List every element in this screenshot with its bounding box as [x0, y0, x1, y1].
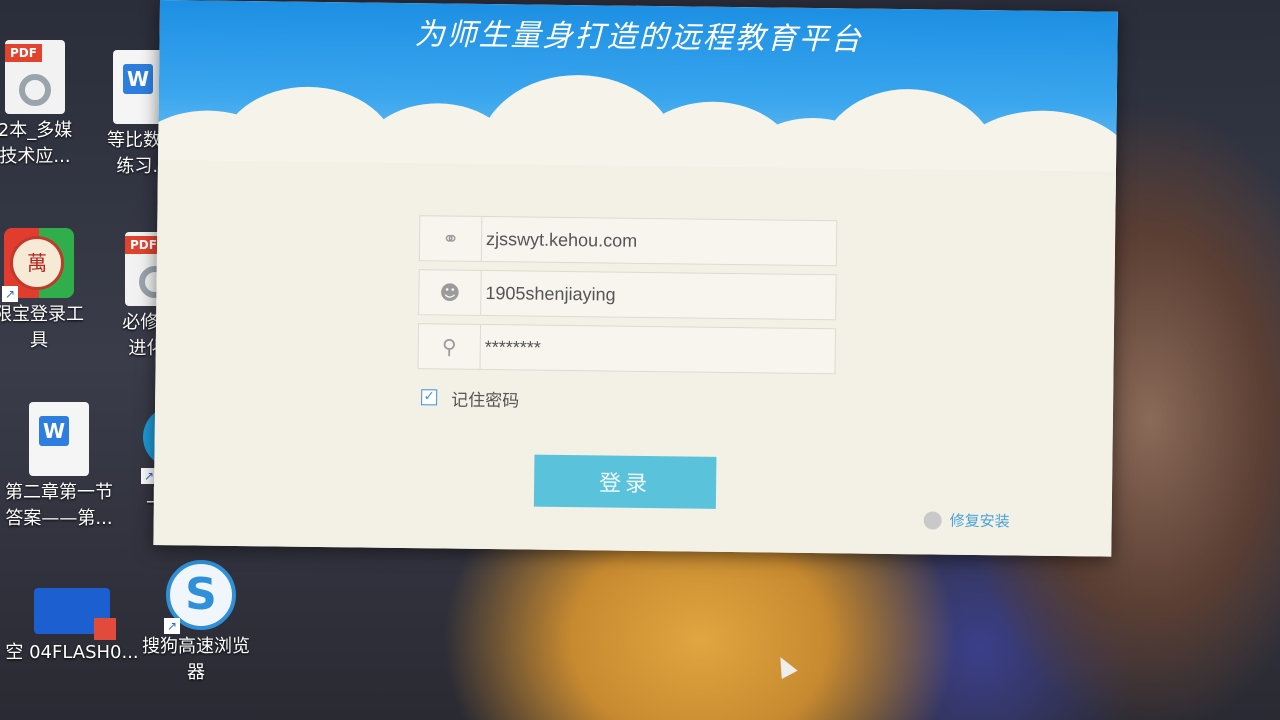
desktop-icon-label: 具 [30, 330, 48, 351]
app-logo-icon: 萬 ↗ [2, 228, 74, 302]
password-field[interactable]: ⚲ [417, 323, 837, 375]
desktop-icon-pdf-multimedia[interactable]: PDF 2本_多媒 技术应... [0, 40, 90, 170]
globe-icon: ⚭ [419, 216, 483, 261]
desktop-icon-label: 答案——第... [5, 508, 113, 529]
login-button[interactable]: 登录 [533, 454, 717, 509]
desktop-icon-label: 限宝登录工 [0, 304, 84, 325]
username-input[interactable] [485, 270, 826, 320]
remember-password[interactable]: ✓ 记住密码 [421, 385, 520, 411]
desktop-icon-label: 搜狗高速浏览 [142, 636, 250, 657]
shortcut-arrow-icon: ↗ [2, 286, 18, 302]
sogou-browser-icon: S ↗ [164, 560, 236, 634]
user-icon: ☻ [419, 270, 482, 315]
remember-label: 记住密码 [451, 390, 520, 411]
key-icon: ⚲ [418, 324, 482, 369]
server-field[interactable]: ⚭ [418, 215, 838, 267]
password-input[interactable] [484, 324, 826, 374]
desktop-icon-label: 第二章第一节 [5, 482, 113, 503]
mouse-cursor-icon [772, 652, 798, 680]
repair-label: 修复安装 [949, 511, 1010, 531]
login-window: 为师生量身打造的远程教育平台 ⚭ ☻ ⚲ ✓ 记住密码 登录 修复安装 [153, 0, 1118, 557]
word-document-icon: W [29, 402, 89, 476]
desktop-icon-label: 器 [187, 662, 205, 683]
username-field[interactable]: ☻ [418, 269, 837, 321]
desktop-icon-label: 空 04FLASH0... [5, 642, 139, 663]
server-input[interactable] [485, 217, 827, 266]
flash-file-icon [34, 588, 116, 640]
repair-install-link[interactable]: 修复安装 [923, 509, 1010, 531]
desktop-icon-label: 2本_多媒 [0, 120, 73, 141]
desktop-icon-login-tool[interactable]: 萬 ↗ 限宝登录工 具 [0, 228, 94, 354]
remember-checkbox[interactable]: ✓ [421, 389, 438, 406]
desktop-icon-label: 技术应... [0, 146, 71, 167]
desktop-icon-doc-chapter-two[interactable]: W 第二章第一节 答案——第... [4, 402, 114, 532]
pdf-file-icon: PDF [5, 40, 65, 114]
repair-icon [923, 510, 942, 530]
desktop-icon-flash[interactable]: 空 04FLASH0... [2, 568, 142, 666]
shortcut-arrow-icon: ↗ [164, 618, 180, 634]
desktop-icon-sogou-browser[interactable]: S ↗ 搜狗高速浏览 器 [136, 560, 256, 686]
